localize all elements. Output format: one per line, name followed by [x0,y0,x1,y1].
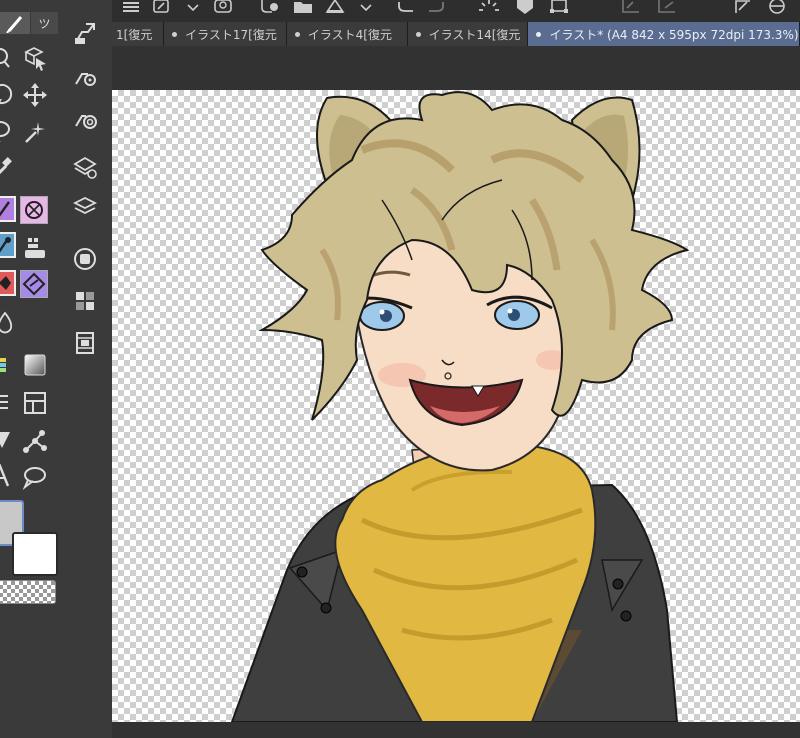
magic-wand-icon[interactable] [22,118,48,144]
operation-icon[interactable] [22,428,48,454]
object-select-icon[interactable] [22,46,48,72]
redo-icon[interactable] [426,0,448,14]
document-tab[interactable]: 1[復元 [112,22,165,46]
fill-tool-icon[interactable] [0,232,16,258]
grid-icon[interactable] [620,0,642,14]
menu-icon[interactable] [120,0,142,14]
layer-settings-icon[interactable] [72,62,98,88]
new-icon[interactable] [150,0,172,14]
tab-label: イラスト* (A4 842 x 595px 72dpi 173.3%) [549,27,799,42]
undo-icon[interactable] [394,0,416,14]
layer-search-icon[interactable] [72,104,98,130]
tab-dot [536,31,542,37]
text-icon[interactable] [0,464,18,490]
document-tabs: 1[復元 イラスト17[復元 イラスト4[復元 イラスト14[復元 イラスト* … [112,22,800,46]
liquify-icon[interactable] [20,270,48,298]
tab-label: イラスト4[復元 [307,27,392,42]
move-icon[interactable] [22,82,48,108]
eraser-icon[interactable] [22,234,48,260]
tab-label: イラスト14[復元 [428,27,521,42]
tool-tab-label[interactable]: ツ [31,12,58,34]
frame-icon[interactable] [22,390,48,416]
top-toolbar [0,0,800,22]
chevron-down-icon[interactable] [182,0,204,14]
document-tab-active[interactable]: イラスト* (A4 842 x 595px 72dpi 173.3%) [528,22,800,46]
tool-tab-active[interactable] [0,12,30,34]
fill-icon[interactable] [324,0,346,14]
subview-icon[interactable] [72,288,98,314]
tab-label: イラスト17[復元 [185,27,277,42]
eyedropper-icon[interactable] [0,154,20,180]
gradient-fill-icon[interactable] [22,352,48,378]
droplet-icon[interactable] [0,310,18,336]
figure-icon[interactable] [0,428,18,454]
loading-icon[interactable] [478,0,500,14]
chevron-down-icon[interactable] [355,0,377,14]
gradient-icon[interactable] [0,352,18,378]
folder-icon[interactable] [292,0,314,14]
sub-color-swatch[interactable] [12,532,58,576]
drawing-canvas[interactable] [112,90,800,722]
character-illustration [230,91,690,722]
crop-icon[interactable] [656,0,678,14]
blend-icon[interactable] [0,270,16,296]
decoration-icon[interactable] [20,196,48,224]
tab-dot [415,31,421,37]
tab-dot [294,31,300,37]
layers-icon[interactable] [72,194,98,220]
ruler-icon[interactable] [0,390,18,416]
tab-label: 1[復元 [116,27,153,42]
command-bar [58,0,112,738]
document-tab[interactable]: イラスト4[復元 [286,22,408,46]
shape-icon[interactable] [732,0,754,14]
animation-timeline-icon[interactable] [72,330,98,356]
layer-property-icon[interactable] [72,20,98,46]
heart-icon[interactable] [514,0,536,14]
tool-palette: ツ [0,0,59,738]
transparent-color-swatch[interactable] [0,580,56,604]
zoom-icon[interactable] [0,46,20,72]
document-tab[interactable]: イラスト17[復元 [164,22,287,46]
balloon-icon[interactable] [22,464,48,490]
material-icon[interactable] [72,154,98,180]
circle-half-icon[interactable] [766,0,788,14]
transform-icon[interactable] [548,0,570,14]
save-icon[interactable] [212,0,234,14]
tab-dot [172,31,178,37]
lasso-icon[interactable] [0,118,20,144]
pen-tool-icon[interactable] [0,196,16,222]
add-tool-icon[interactable] [258,0,280,14]
document-tab[interactable]: イラスト14[復元 [407,22,529,46]
rotate-icon[interactable] [0,82,20,108]
navigator-icon[interactable] [72,246,98,272]
